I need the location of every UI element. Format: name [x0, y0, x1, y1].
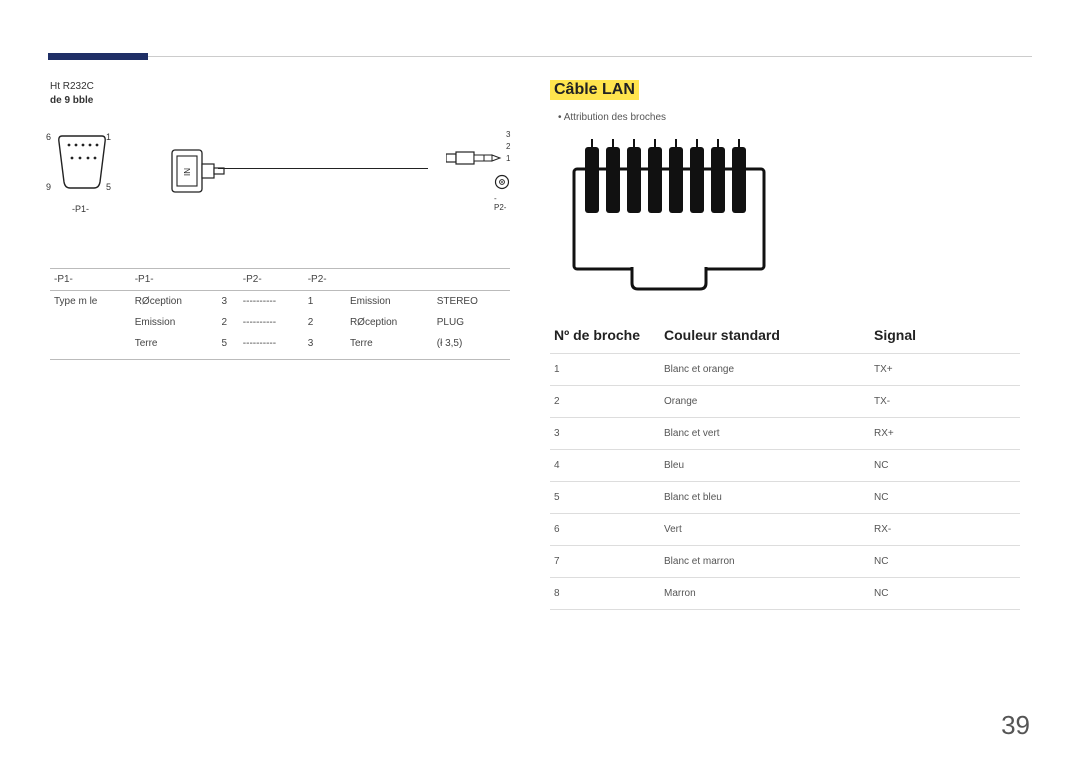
t1-h5: -P2-: [304, 269, 346, 291]
lr4c: Bleu: [660, 450, 870, 482]
lr6n: 6: [550, 514, 660, 546]
t1-h3: [217, 269, 238, 291]
lr4s: NC: [870, 450, 1020, 482]
t1r3c6: Terre: [346, 333, 433, 360]
t1r3c2: Terre: [131, 333, 218, 360]
svg-text:IN: IN: [183, 168, 192, 176]
lan-pin-table: Nº de broche Couleur standard Signal 1Bl…: [550, 321, 1020, 610]
lr7s: NC: [870, 546, 1020, 578]
lr3c: Blanc et vert: [660, 418, 870, 450]
page-number: 39: [1001, 710, 1030, 741]
cable-plug-icon: IN: [170, 144, 228, 201]
right-column: Câble LAN Attribution des broches: [550, 80, 1030, 610]
lr1c: Blanc et orange: [660, 354, 870, 386]
rs232-note: Ht R232C de 9 bble: [50, 80, 510, 108]
lr7n: 7: [550, 546, 660, 578]
lr3s: RX+: [870, 418, 1020, 450]
t1r1c7: STEREO: [433, 291, 510, 313]
t1r3c4: ----------: [239, 333, 304, 360]
note-line1: Ht R232C: [50, 80, 510, 94]
lr3n: 3: [550, 418, 660, 450]
jack-symbol-icon: [494, 174, 510, 193]
lr8s: NC: [870, 578, 1020, 610]
lr1n: 1: [550, 354, 660, 386]
t1r1c1: Type m le: [50, 291, 131, 313]
t1r2c6: RØception: [346, 312, 433, 333]
t1r1c2: RØception: [131, 291, 218, 313]
t1r2c1: [50, 312, 131, 333]
jack-label-2: 2: [506, 142, 510, 151]
t1-h1: -P1-: [50, 269, 131, 291]
left-column: Ht R232C de 9 bble 6 1 9 5 -P1-: [50, 80, 510, 610]
t1-h7: [433, 269, 510, 291]
t1-h4: -P2-: [239, 269, 304, 291]
t1r2c7: PLUG: [433, 312, 510, 333]
rs232-diagram: 6 1 9 5 -P1- IN: [50, 126, 510, 246]
t1r1c3: 3: [217, 291, 238, 313]
t1-h6: [346, 269, 433, 291]
t1-h2: -P1-: [131, 269, 218, 291]
pin-label-9: 9: [46, 182, 51, 192]
rj45-connector-icon: [554, 139, 784, 299]
lan-bullet: Attribution des broches: [558, 112, 1030, 123]
t1r1c4: ----------: [239, 291, 304, 313]
stereo-jack-icon: 3 2 1 -P2-: [446, 144, 508, 175]
lr8c: Marron: [660, 578, 870, 610]
lan-h2: Couleur standard: [660, 321, 870, 354]
jack-label-1: 1: [506, 154, 510, 163]
lan-cable-title: Câble LAN: [550, 80, 639, 100]
label-p2-diagram: -P2-: [494, 194, 508, 212]
lr5c: Blanc et bleu: [660, 482, 870, 514]
t1r1c5: 1: [304, 291, 346, 313]
lan-h1: Nº de broche: [550, 321, 660, 354]
cable-line: [218, 168, 428, 170]
t1r2c4: ----------: [239, 312, 304, 333]
pin-label-1: 1: [106, 132, 111, 142]
lr2n: 2: [550, 386, 660, 418]
t1r3c5: 3: [304, 333, 346, 360]
pin-assignment-table: -P1- -P1- -P2- -P2- Type m le RØception …: [50, 268, 510, 360]
lr2s: TX-: [870, 386, 1020, 418]
t1r1c6: Emission: [346, 291, 433, 313]
lr2c: Orange: [660, 386, 870, 418]
lr5n: 5: [550, 482, 660, 514]
t1r2c5: 2: [304, 312, 346, 333]
lr1s: TX+: [870, 354, 1020, 386]
lr6c: Vert: [660, 514, 870, 546]
lr5s: NC: [870, 482, 1020, 514]
pin-label-5: 5: [106, 182, 111, 192]
t1r2c2: Emission: [131, 312, 218, 333]
header-rule: [48, 56, 1032, 57]
lr4n: 4: [550, 450, 660, 482]
t1r2c3: 2: [217, 312, 238, 333]
t1r3c7: (ł 3,5): [433, 333, 510, 360]
t1r3c3: 5: [217, 333, 238, 360]
lan-h3: Signal: [870, 321, 1020, 354]
lr7c: Blanc et marron: [660, 546, 870, 578]
pin-label-6: 6: [46, 132, 51, 142]
jack-label-3: 3: [506, 130, 510, 139]
lr6s: RX-: [870, 514, 1020, 546]
t1r3c1: [50, 333, 131, 360]
db9-connector-icon: 6 1 9 5 -P1-: [56, 130, 108, 192]
note-line2: de 9 bble: [50, 94, 510, 108]
lr8n: 8: [550, 578, 660, 610]
label-p1-diagram: -P1-: [72, 204, 89, 214]
